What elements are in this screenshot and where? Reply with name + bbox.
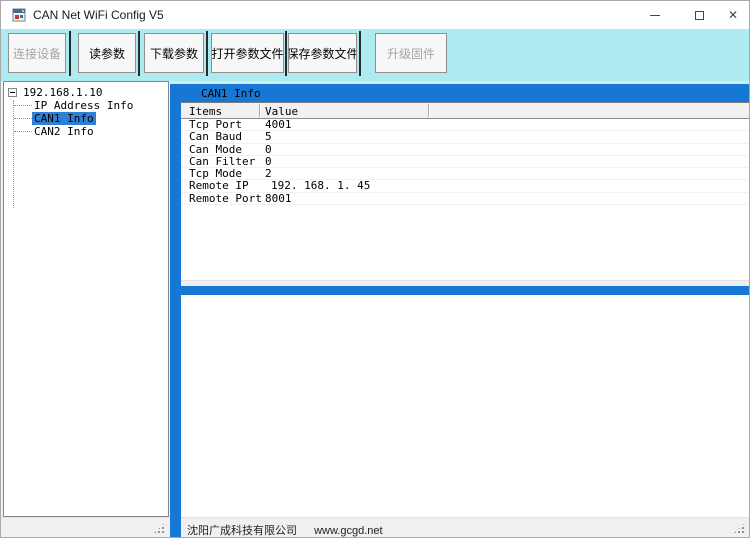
column-header-value[interactable]: Value [265, 105, 298, 118]
horizontal-splitter[interactable] [181, 286, 750, 295]
status-bar: 沈阳广成科技有限公司 www.gcgd.net [1, 517, 750, 538]
toolbar-separator [359, 31, 361, 76]
connect-device-button[interactable]: 连接设备 [8, 33, 66, 73]
toolbar: 连接设备 读参数 下载参数 打开参数文件 保存参数文件 升级固件 GCAN-21… [1, 29, 749, 81]
upgrade-firmware-button[interactable]: 升级固件 [375, 33, 447, 73]
maximize-button[interactable] [678, 1, 720, 29]
column-divider[interactable] [428, 104, 429, 117]
title-bar: CAN Net WiFi Config V5 ✕ [1, 1, 749, 29]
tree-item-label[interactable]: CAN2 Info [32, 125, 96, 138]
can1-info-header-label: CAN1 Info [201, 87, 261, 100]
tree-root-node[interactable]: 192.168.1.10 [8, 86, 104, 99]
close-button[interactable]: ✕ [715, 1, 750, 29]
cell-value: 5 [265, 131, 272, 143]
grid-column-header: Items Value [181, 103, 750, 119]
tree-branch-line [14, 118, 32, 119]
table-row[interactable]: Remote IP 192. 168. 1. 45 [181, 180, 750, 192]
toolbar-separator [69, 31, 71, 76]
tree-branch-line [14, 131, 32, 132]
cell-value: 192. 168. 1. 45 [271, 180, 370, 192]
tree-collapse-icon[interactable] [8, 88, 17, 97]
params-grid: Tcp Port 4001 Can Baud 5 Can Mode 0 Can … [181, 119, 750, 280]
minimize-icon [650, 15, 660, 16]
tree-item-ip-address-info[interactable]: IP Address Info [4, 99, 135, 112]
vertical-splitter[interactable] [170, 84, 181, 538]
tree-item-label-selected[interactable]: CAN1 Info [32, 112, 96, 125]
tree-root-label[interactable]: 192.168.1.10 [21, 86, 104, 99]
tree-branch-line [14, 105, 32, 106]
table-row[interactable]: Can Baud 5 [181, 131, 750, 143]
minimize-button[interactable] [634, 1, 676, 29]
website-url: www.gcgd.net [314, 525, 382, 537]
table-row[interactable]: Tcp Mode 2 [181, 168, 750, 180]
tree-item-can1-info[interactable]: CAN1 Info [4, 112, 96, 125]
table-row[interactable]: Remote Port 8001 [181, 193, 750, 205]
device-tree-panel: 192.168.1.10 IP Address Info CAN1 Info C… [3, 81, 169, 517]
toolbar-separator [285, 31, 287, 76]
status-text: 沈阳广成科技有限公司 www.gcgd.net [187, 522, 383, 538]
column-header-items[interactable]: Items [189, 105, 222, 118]
toolbar-separator [206, 31, 208, 76]
open-params-file-button[interactable]: 打开参数文件 [211, 33, 284, 73]
toolbar-separator [138, 31, 140, 76]
window-title: CAN Net WiFi Config V5 [33, 8, 164, 22]
can1-info-header: CAN1 Info [181, 84, 750, 103]
cell-item: Can Baud [189, 131, 242, 143]
save-params-file-button[interactable]: 保存参数文件 [288, 33, 357, 73]
cell-value: 8001 [265, 193, 292, 205]
bottom-panel [181, 295, 750, 517]
maximize-icon [695, 11, 704, 20]
column-divider[interactable] [259, 104, 260, 117]
tree-item-can2-info[interactable]: CAN2 Info [4, 125, 96, 138]
app-window: CAN Net WiFi Config V5 ✕ 连接设备 读参数 下载参数 打… [0, 0, 750, 538]
close-icon: ✕ [728, 9, 738, 21]
cell-item: Remote IP [189, 180, 249, 192]
app-icon [12, 8, 26, 22]
tree-item-label[interactable]: IP Address Info [32, 99, 135, 112]
read-params-button[interactable]: 读参数 [78, 33, 136, 73]
download-params-button[interactable]: 下载参数 [144, 33, 204, 73]
cell-item: Remote Port [189, 193, 262, 205]
company-name: 沈阳广成科技有限公司 [187, 525, 297, 537]
